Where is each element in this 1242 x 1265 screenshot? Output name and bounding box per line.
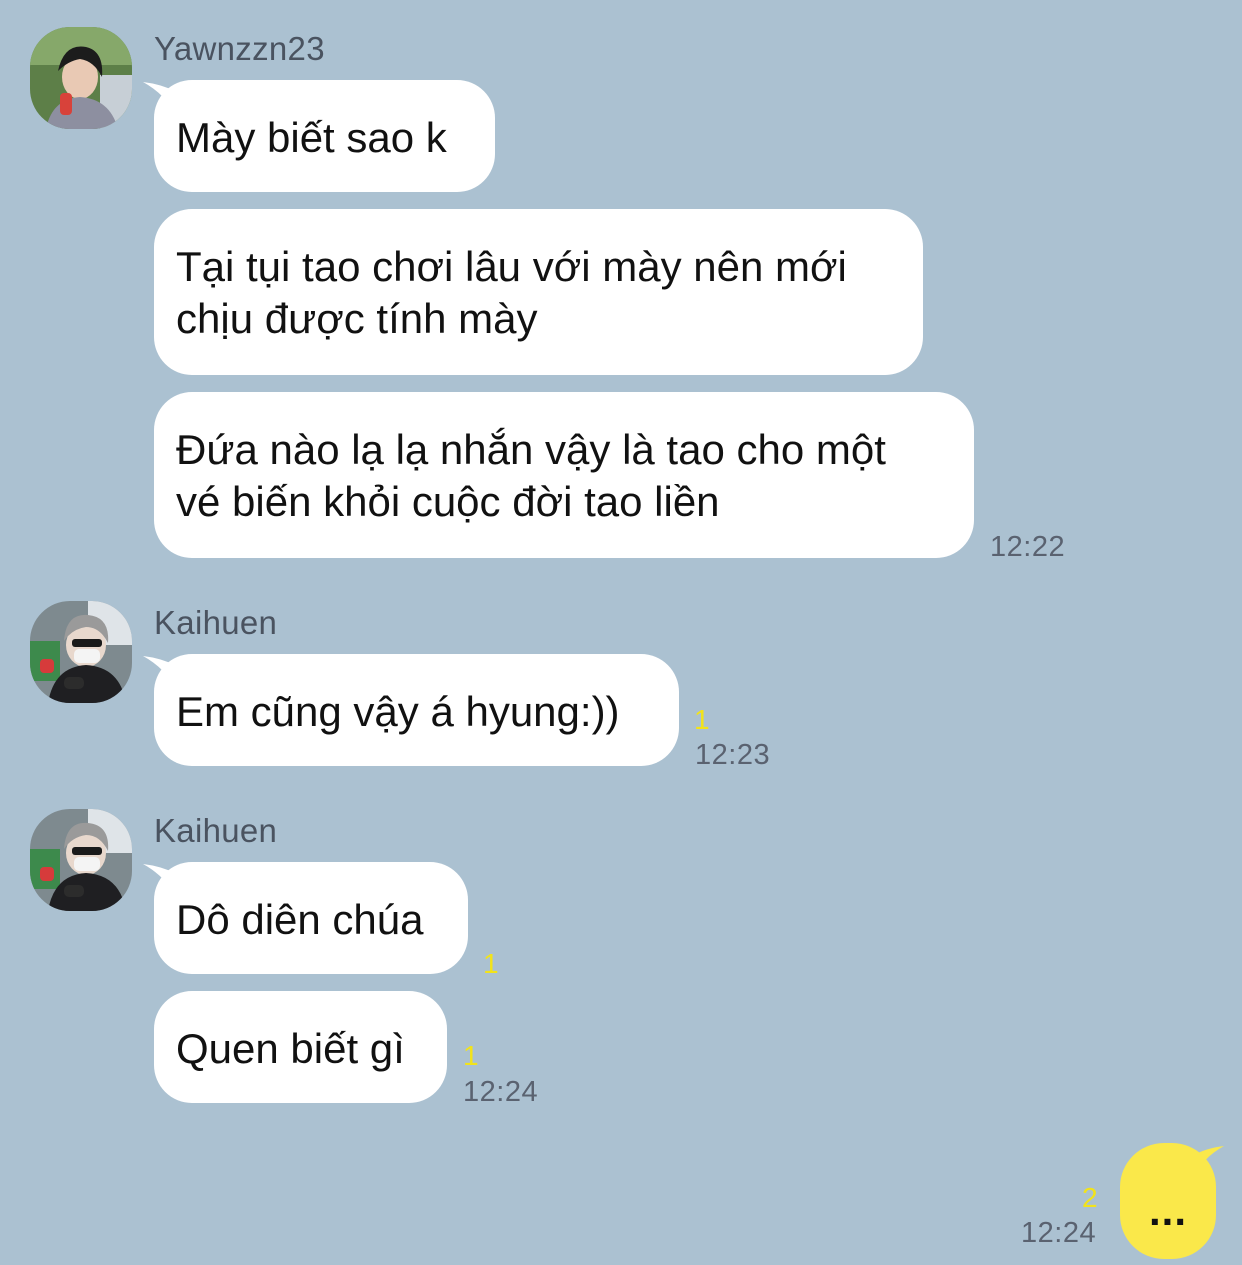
message-bubble[interactable]: Dô diên chúa xyxy=(154,862,468,974)
sender-avatar-yawnzzn23[interactable] xyxy=(30,27,132,129)
message-bubble[interactable]: Quen biết gì xyxy=(154,991,447,1103)
message-text: Quen biết gì xyxy=(176,1025,405,1072)
sender-name: Kaihuen xyxy=(154,812,278,849)
avatar-photo-icon xyxy=(30,27,132,129)
chat-message-list[interactable]: Yawnzzn23 Mày biết sao k Tại tụi tao chơ… xyxy=(0,0,1242,1265)
sender-avatar-kaihuen[interactable] xyxy=(30,601,132,703)
message-timestamp: 12:23 xyxy=(695,739,771,771)
unread-count: 1 xyxy=(694,704,710,735)
message-timestamp: 12:24 xyxy=(463,1076,539,1108)
message-text: Dô diên chúa xyxy=(176,896,424,943)
message-bubble[interactable]: Em cũng vậy á hyung:)) xyxy=(154,654,679,766)
message-timestamp: 12:22 xyxy=(990,531,1066,563)
avatar-photo-icon xyxy=(30,809,132,911)
sender-avatar-kaihuen[interactable] xyxy=(30,809,132,911)
unread-count: 2 xyxy=(1082,1182,1098,1213)
message-bubble[interactable]: Đứa nào lạ lạ nhắn vậy là tao cho một vé… xyxy=(154,392,974,558)
message-text: vé biến khỏi cuộc đời tao liền xyxy=(176,478,720,525)
sender-name: Yawnzzn23 xyxy=(154,30,325,67)
bubble-tail xyxy=(1192,1146,1224,1180)
unread-count: 1 xyxy=(483,948,499,979)
message-text: chịu được tính mày xyxy=(176,295,538,342)
unread-count: 1 xyxy=(463,1040,479,1071)
message-text: Mày biết sao k xyxy=(176,114,447,161)
message-timestamp: 12:24 xyxy=(1021,1217,1097,1249)
message-bubble[interactable]: Tại tụi tao chơi lâu với mày nên mới chị… xyxy=(154,209,923,375)
message-text: Tại tụi tao chơi lâu với mày nên mới xyxy=(176,243,847,290)
message-text: ... xyxy=(1148,1187,1187,1234)
message-text: Đứa nào lạ lạ nhắn vậy là tao cho một xyxy=(176,426,886,473)
sender-name: Kaihuen xyxy=(154,604,278,641)
message-bubble[interactable]: Mày biết sao k xyxy=(154,80,495,192)
avatar-photo-icon xyxy=(30,601,132,703)
message-text: Em cũng vậy á hyung:)) xyxy=(176,688,620,735)
